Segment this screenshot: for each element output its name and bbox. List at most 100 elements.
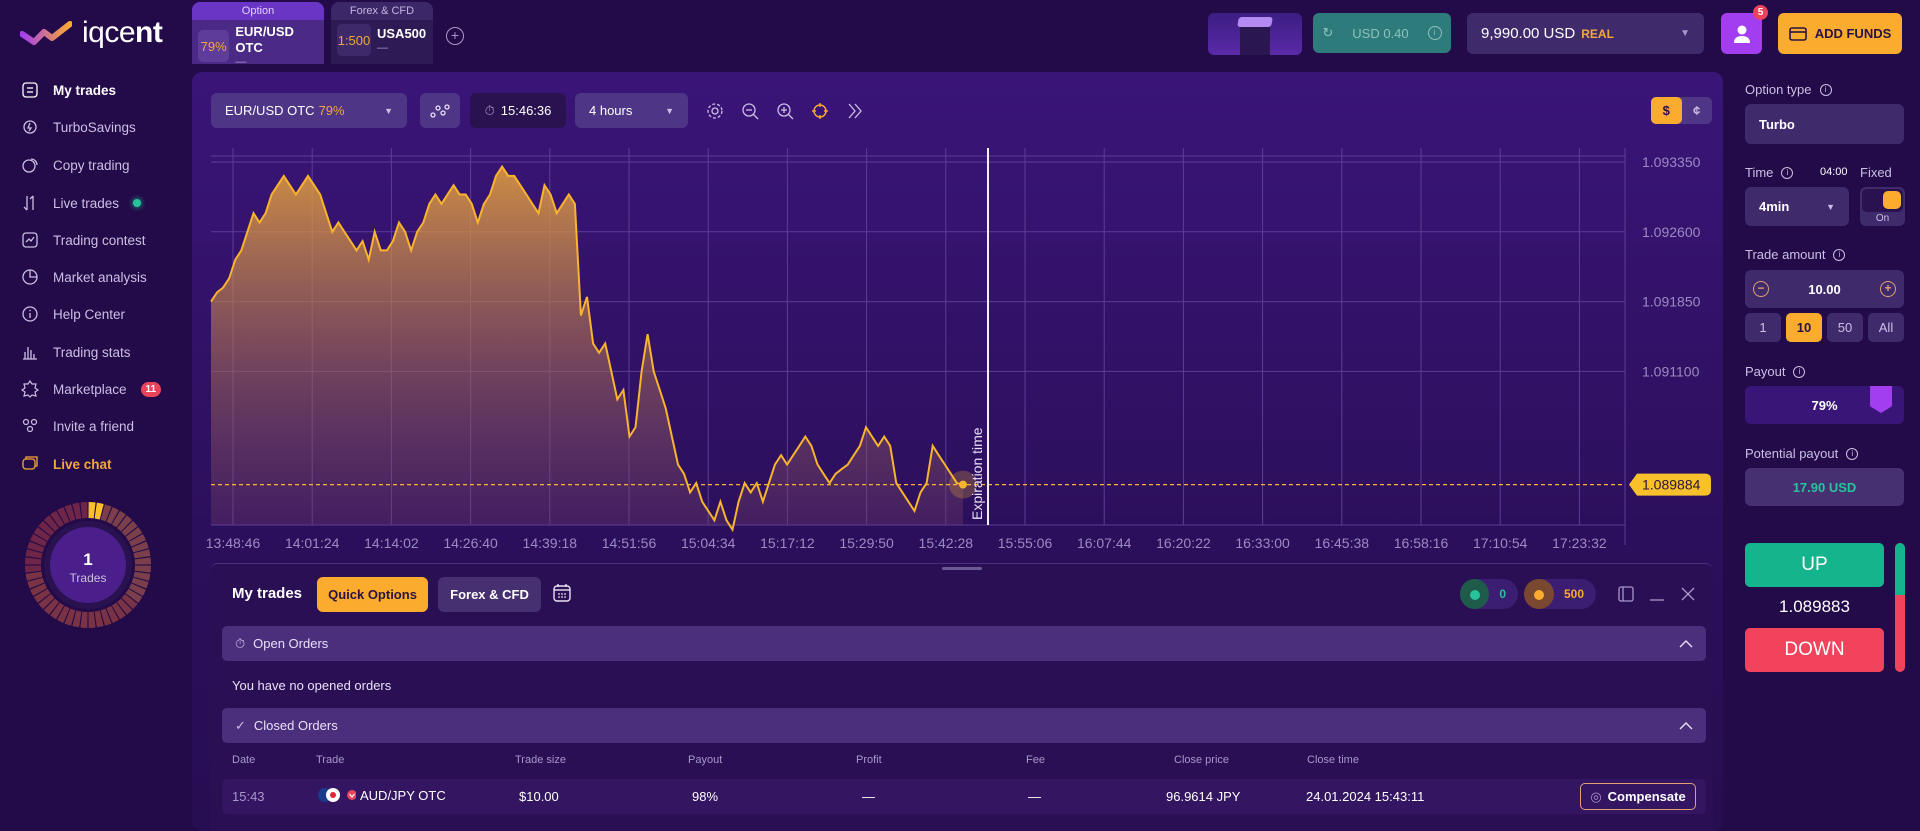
- dock-panel-icon[interactable]: [1618, 586, 1634, 607]
- time-countdown: 04:00: [1820, 166, 1848, 178]
- currency-dollar[interactable]: $: [1651, 97, 1682, 124]
- x-tick-label: 16:33:00: [1235, 535, 1290, 551]
- add-funds-button[interactable]: ADD FUNDS: [1778, 13, 1902, 54]
- diamond-icon[interactable]: [1870, 386, 1892, 413]
- x-tick-label: 15:55:06: [998, 535, 1053, 551]
- bar-chart-icon: [21, 343, 39, 361]
- option-type-selector[interactable]: Turbo: [1745, 104, 1904, 144]
- zoom-out-icon[interactable]: [739, 100, 761, 122]
- tab-quick-options[interactable]: Quick Options: [317, 577, 428, 612]
- donut-segment: [88, 502, 96, 519]
- sentiment-bar: [1895, 543, 1905, 672]
- sidebar-item-trading-stats[interactable]: Trading stats: [21, 340, 131, 364]
- down-button[interactable]: DOWN: [1745, 628, 1884, 672]
- asset-tab-category: Option: [192, 2, 324, 20]
- mystery-box-button[interactable]: [1208, 13, 1302, 55]
- asset-tab-option[interactable]: Option 79% EUR/USD OTC —: [192, 2, 324, 64]
- y-tick-label: 1.093350: [1642, 154, 1701, 170]
- cell-trade-size: $10.00: [519, 789, 559, 804]
- open-orders-header[interactable]: ⏱ Open Orders: [222, 626, 1706, 661]
- cell-profit: —: [862, 789, 875, 804]
- quick-amount-all[interactable]: All: [1868, 313, 1904, 342]
- settings-icon[interactable]: [704, 100, 726, 122]
- minimize-icon[interactable]: [1649, 586, 1665, 607]
- copy-trading-icon: [21, 156, 39, 174]
- cell-close-price: 96.9614 JPY: [1166, 789, 1241, 804]
- zoom-in-icon[interactable]: [774, 100, 796, 122]
- price-chart[interactable]: Expiration time 1.093350 1.092600 1.091850 1…: [205, 140, 1715, 560]
- info-icon[interactable]: i: [1427, 26, 1442, 40]
- sidebar-item-market-analysis[interactable]: Market analysis: [21, 265, 147, 289]
- info-icon[interactable]: i: [1819, 83, 1832, 96]
- sidebar-item-help-center[interactable]: Help Center: [21, 302, 125, 326]
- quick-amount-50[interactable]: 50: [1827, 313, 1863, 342]
- compensate-button[interactable]: ◎ Compensate: [1580, 783, 1696, 810]
- asset-tab-forex[interactable]: Forex & CFD 1:500 USA500—: [331, 2, 433, 64]
- chart-type-button[interactable]: [420, 93, 460, 128]
- asset-selector[interactable]: EUR/USD OTC 79% ▼: [211, 93, 407, 128]
- calendar-icon[interactable]: [553, 583, 571, 608]
- chevron-down-icon: ▼: [384, 105, 393, 116]
- orange-coin-value: 500: [1563, 587, 1584, 601]
- info-icon[interactable]: i: [1833, 248, 1846, 261]
- tab-forex-cfd[interactable]: Forex & CFD: [438, 577, 541, 612]
- currency-cent[interactable]: ¢: [1682, 97, 1713, 124]
- chat-icon: [21, 455, 39, 473]
- logo[interactable]: iqcent: [20, 16, 163, 50]
- x-tick-label: 17:10:54: [1473, 535, 1528, 551]
- add-asset-tab-button[interactable]: +: [446, 27, 464, 45]
- resize-handle[interactable]: [942, 567, 982, 570]
- crosshair-icon[interactable]: [809, 100, 831, 122]
- profile-button[interactable]: 5: [1721, 5, 1768, 54]
- interval-selector[interactable]: 4 hours ▼: [575, 93, 688, 128]
- quick-amount-1[interactable]: 1: [1745, 313, 1781, 342]
- sidebar-item-live-chat[interactable]: Live chat: [21, 452, 112, 476]
- up-button[interactable]: UP: [1745, 543, 1884, 587]
- sidebar-item-live-trades[interactable]: Live trades: [21, 191, 142, 215]
- info-icon[interactable]: i: [1781, 166, 1794, 179]
- sidebar-item-label: My trades: [53, 82, 117, 98]
- green-coin-icon: [1460, 579, 1490, 609]
- x-tick-label: 14:39:18: [523, 535, 578, 551]
- x-tick-label: 15:17:12: [760, 535, 815, 551]
- chevron-up-icon: [1679, 636, 1693, 651]
- green-coin-counter[interactable]: 0: [1460, 579, 1518, 609]
- decrease-icon[interactable]: −: [1753, 281, 1769, 297]
- asset-tab-name: EUR/USD OTC: [235, 24, 294, 55]
- cashback-button[interactable]: ↻ USD 0.40 i: [1313, 13, 1451, 53]
- potential-payout: 17.90 USD: [1745, 468, 1904, 506]
- coins-icon: ◎: [1590, 788, 1602, 804]
- time-label: Time i: [1745, 165, 1794, 180]
- info-icon[interactable]: i: [1793, 365, 1806, 378]
- users-icon: [21, 417, 39, 435]
- cashback-amount: USD 0.40: [1352, 25, 1409, 41]
- sidebar-item-marketplace[interactable]: Marketplace 11: [21, 377, 162, 401]
- currency-toggle[interactable]: $ ¢: [1651, 97, 1712, 124]
- trade-amount-stepper[interactable]: − 10.00 +: [1745, 270, 1904, 308]
- amount-value[interactable]: 10.00: [1808, 282, 1841, 297]
- time-selector[interactable]: 4min ▼: [1745, 187, 1849, 226]
- info-icon[interactable]: i: [1846, 447, 1859, 460]
- notification-badge: 5: [1753, 5, 1768, 20]
- donut-segment: [80, 611, 88, 628]
- stopwatch-icon: ⏱: [484, 102, 495, 118]
- sidebar-item-trading-contest[interactable]: Trading contest: [21, 228, 146, 252]
- orange-coin-counter[interactable]: 500: [1524, 579, 1596, 609]
- balance-dropdown[interactable]: 9,990.00 USD REAL ▼: [1467, 13, 1704, 54]
- sidebar-item-label: Trading contest: [53, 232, 146, 248]
- chevron-down-icon: ▼: [1826, 201, 1835, 212]
- sidebar-item-invite-a-friend[interactable]: Invite a friend: [21, 414, 134, 438]
- sidebar-item-copy-trading[interactable]: Copy trading: [21, 153, 130, 177]
- sidebar-item-turbosavings[interactable]: TurboSavings: [21, 115, 136, 139]
- fixed-toggle[interactable]: On: [1860, 187, 1905, 226]
- close-icon[interactable]: [1680, 586, 1696, 607]
- increase-icon[interactable]: +: [1879, 281, 1896, 297]
- x-tick-label: 15:29:50: [839, 535, 894, 551]
- x-tick-label: 14:01:24: [285, 535, 340, 551]
- quick-amount-10[interactable]: 10: [1786, 313, 1822, 342]
- col-date: Date: [232, 754, 256, 766]
- scroll-to-end-icon[interactable]: [844, 100, 866, 122]
- sidebar-item-my-trades[interactable]: My trades: [21, 78, 116, 102]
- closed-orders-header[interactable]: ✓ Closed Orders: [222, 708, 1706, 743]
- option-type-label: Option type i: [1745, 82, 1832, 97]
